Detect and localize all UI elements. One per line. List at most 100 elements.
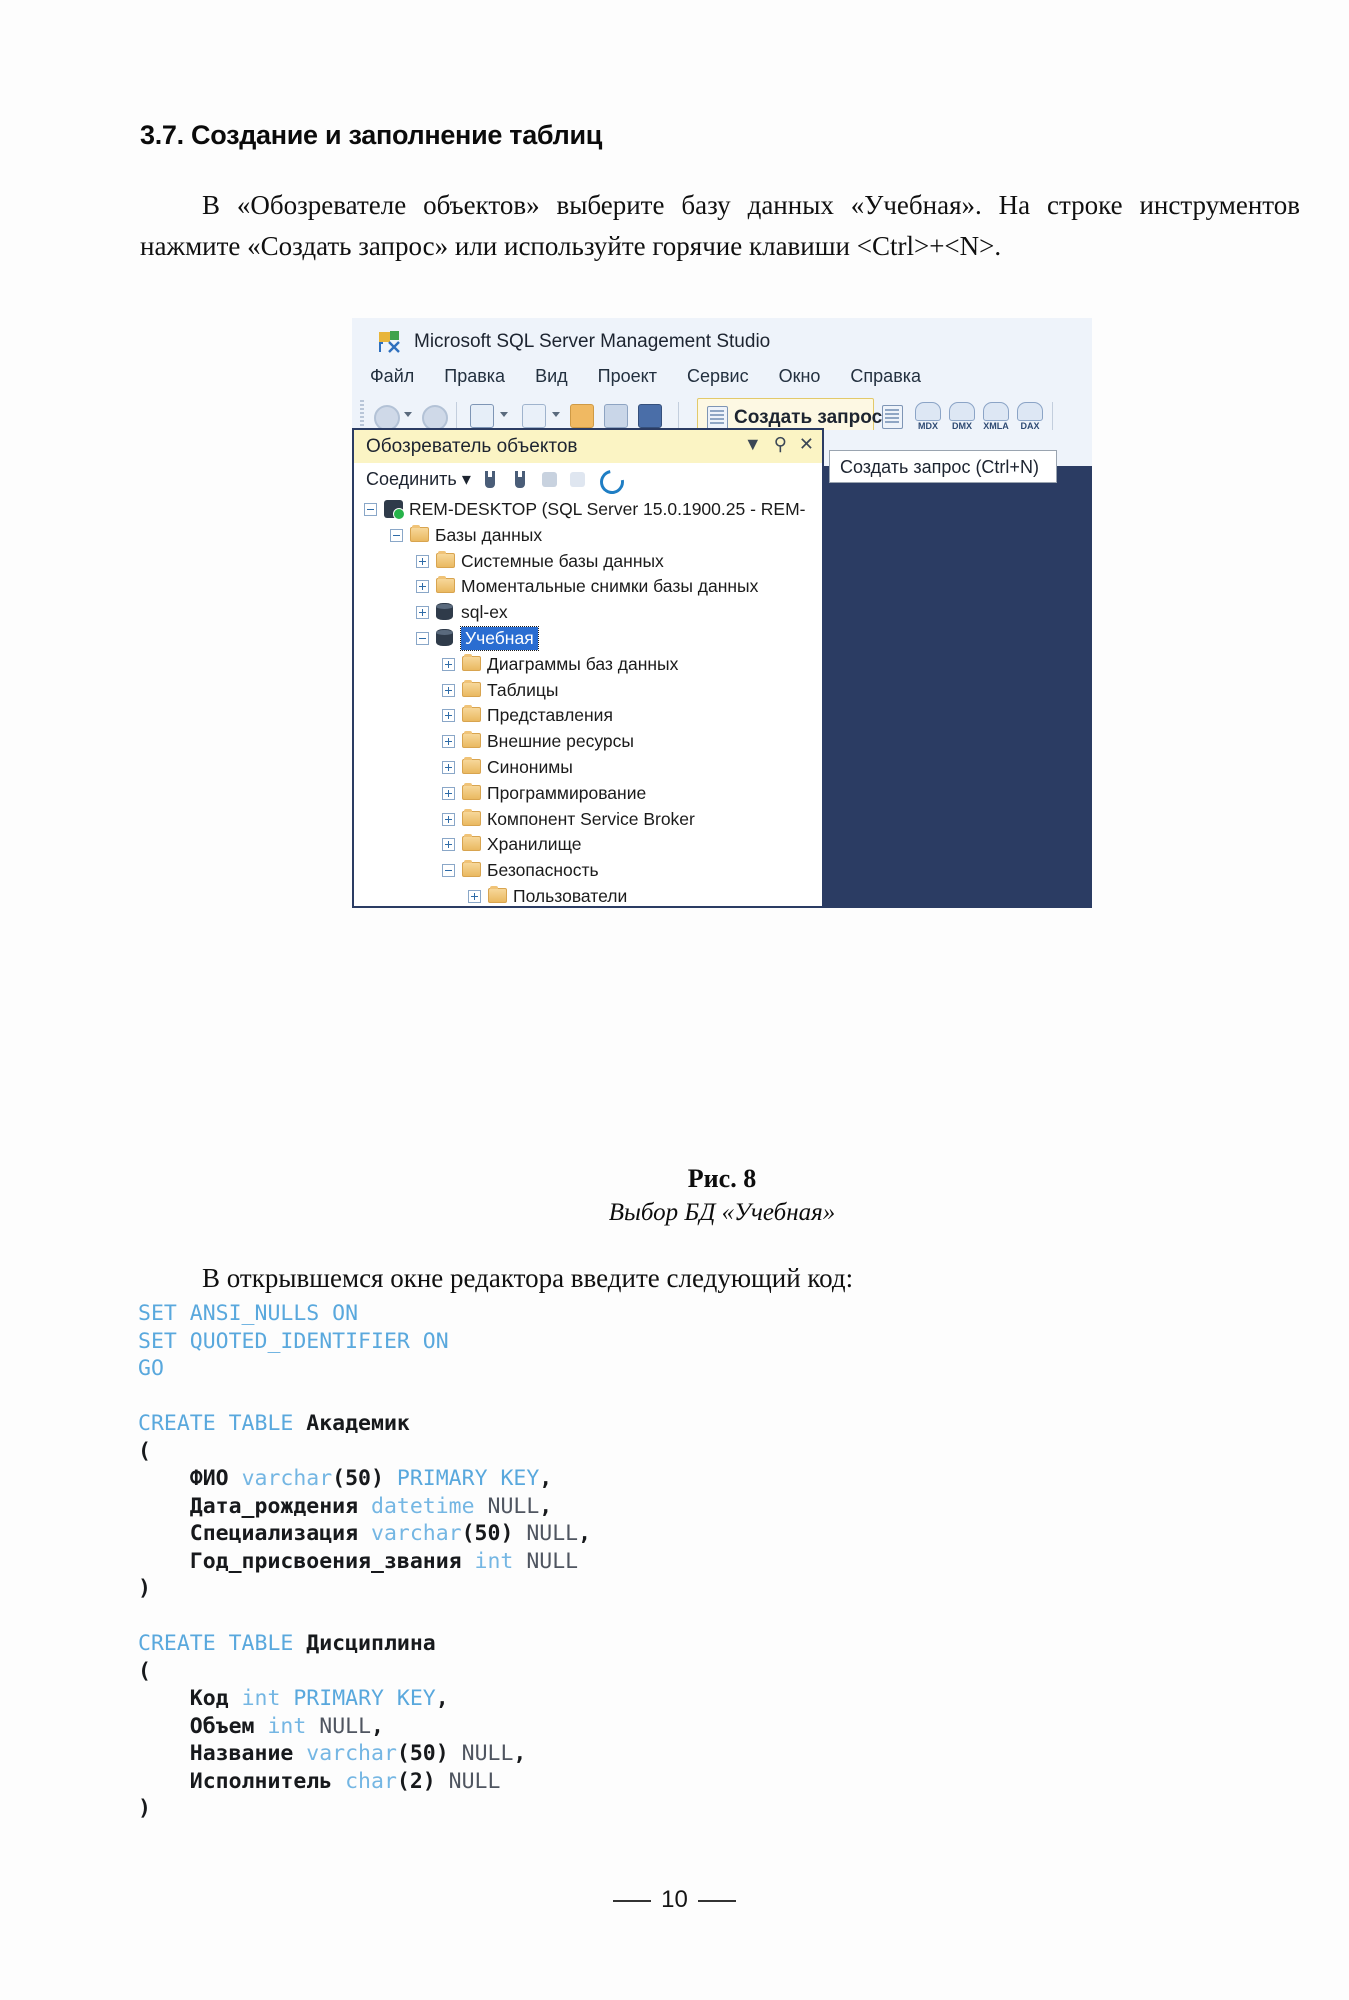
- tree-item[interactable]: Таблицы: [354, 678, 822, 704]
- tree-item[interactable]: Программирование: [354, 781, 822, 807]
- code-token: ,: [513, 1741, 527, 1766]
- tree-item[interactable]: Хранилище: [354, 832, 822, 858]
- collapse-icon[interactable]: [364, 503, 377, 516]
- page-number: 10: [0, 1886, 1349, 1914]
- expand-icon[interactable]: [442, 786, 455, 800]
- menu-item-project[interactable]: Проект: [598, 366, 657, 387]
- new-dmx-query-button[interactable]: DMX: [948, 402, 976, 431]
- expand-icon[interactable]: [442, 838, 455, 852]
- expand-icon[interactable]: [416, 554, 429, 568]
- new-project-dropdown-icon[interactable]: [500, 412, 508, 417]
- menu-item-view[interactable]: Вид: [535, 366, 568, 387]
- object-explorer-panel: Обозреватель объектов ▼ ⚲ ✕ Соединить ▾ RE…: [352, 428, 824, 908]
- stop-icon[interactable]: [542, 472, 557, 487]
- server-icon: [384, 500, 405, 520]
- collapse-icon[interactable]: [442, 864, 455, 878]
- disconnect-icon[interactable]: [512, 471, 528, 489]
- cut-icon[interactable]: [1064, 404, 1086, 426]
- code-line: Дата_рождения datetime NULL,: [138, 1493, 1258, 1521]
- menu-item-window[interactable]: Окно: [779, 366, 821, 387]
- menu-item-help[interactable]: Справка: [850, 366, 921, 387]
- menu-item-file[interactable]: Файл: [370, 366, 414, 387]
- code-token: NULL: [461, 1741, 514, 1766]
- expand-icon[interactable]: [468, 889, 481, 903]
- tree-item[interactable]: Учебная: [354, 625, 822, 652]
- code-token: Название: [138, 1741, 307, 1766]
- object-explorer-tree[interactable]: REM-DESKTOP (SQL Server 15.0.1900.25 - R…: [354, 497, 822, 906]
- new-xmla-query-button[interactable]: XMLA: [982, 402, 1010, 431]
- code-token: varchar: [371, 1521, 462, 1546]
- tree-item[interactable]: REM-DESKTOP (SQL Server 15.0.1900.25 - R…: [354, 497, 822, 523]
- menu-item-tools[interactable]: Сервис: [687, 366, 749, 387]
- code-token: Академик: [306, 1411, 410, 1436]
- back-dropdown-icon[interactable]: [404, 412, 412, 417]
- tree-item[interactable]: Компонент Service Broker: [354, 807, 822, 833]
- code-token: (50): [461, 1521, 527, 1546]
- code-token: ): [138, 1796, 151, 1821]
- code-token: (50): [332, 1466, 397, 1491]
- new-query-tooltip: Создать запрос (Ctrl+N): [829, 450, 1057, 483]
- tree-item[interactable]: Представления: [354, 703, 822, 729]
- code-token: int: [474, 1548, 514, 1574]
- activity-monitor-icon[interactable]: [632, 472, 649, 487]
- expand-icon[interactable]: [442, 760, 455, 774]
- open-dropdown-icon[interactable]: [552, 412, 560, 417]
- tree-item-label: Диаграммы баз данных: [487, 653, 679, 674]
- tree-item[interactable]: Пользователи: [354, 884, 822, 906]
- connect-object-explorer-icon[interactable]: [482, 471, 498, 489]
- collapse-icon[interactable]: [390, 528, 403, 542]
- collapse-icon[interactable]: [416, 631, 429, 645]
- tree-item[interactable]: Синонимы: [354, 755, 822, 781]
- tree-item-label: Компонент Service Broker: [487, 808, 695, 829]
- code-token: ,: [539, 1466, 553, 1491]
- expand-icon[interactable]: [442, 735, 455, 749]
- new-project-icon[interactable]: [470, 404, 494, 428]
- tree-item[interactable]: Системные базы данных: [354, 549, 822, 575]
- menu-item-edit[interactable]: Правка: [444, 366, 505, 387]
- expand-icon[interactable]: [442, 709, 455, 723]
- toolbar-grip[interactable]: [360, 400, 364, 430]
- code-line: Год_присвоения_звания int NULL: [138, 1548, 1258, 1576]
- expand-icon[interactable]: [442, 683, 455, 697]
- object-explorer-toolbar[interactable]: Соединить ▾: [354, 463, 822, 499]
- code-line: ): [138, 1795, 1258, 1823]
- tree-item[interactable]: sql-ex: [354, 600, 822, 626]
- code-token: int: [267, 1713, 307, 1739]
- new-query-secondary-icon[interactable]: [882, 405, 903, 429]
- close-icon[interactable]: ✕: [799, 434, 814, 454]
- tree-item[interactable]: Безопасность: [354, 858, 822, 884]
- folder-icon: [462, 834, 481, 852]
- save-all-icon[interactable]: [638, 404, 662, 428]
- pin-icon[interactable]: ⚲: [774, 434, 787, 454]
- code-token: SET ANSI_NULLS ON: [138, 1301, 359, 1326]
- filter-icon[interactable]: [570, 472, 585, 487]
- expand-icon[interactable]: [416, 606, 429, 620]
- new-mdx-query-button[interactable]: MDX: [914, 402, 942, 431]
- tree-item[interactable]: Диаграммы баз данных: [354, 652, 822, 678]
- tree-item[interactable]: Моментальные снимки базы данных: [354, 574, 822, 600]
- open-folder-icon[interactable]: [570, 404, 594, 428]
- refresh-icon[interactable]: [595, 465, 629, 499]
- new-dax-query-button[interactable]: DAX: [1016, 402, 1044, 431]
- expand-icon[interactable]: [442, 657, 455, 671]
- code-token: PRIMARY KEY: [293, 1686, 436, 1711]
- connect-button[interactable]: Соединить ▾: [366, 469, 471, 490]
- folder-icon: [462, 860, 481, 878]
- folder-icon: [410, 524, 429, 542]
- folder-icon: [462, 782, 481, 800]
- open-file-icon[interactable]: [522, 404, 546, 428]
- tree-item-label: Представления: [487, 705, 613, 726]
- object-explorer-header-buttons[interactable]: ▼ ⚲ ✕: [732, 434, 814, 455]
- tree-item[interactable]: Внешние ресурсы: [354, 729, 822, 755]
- code-line: (: [138, 1658, 1258, 1686]
- save-icon[interactable]: [604, 404, 628, 428]
- chevron-down-icon[interactable]: ▼: [744, 434, 762, 454]
- tree-item[interactable]: Базы данных: [354, 523, 822, 549]
- expand-icon[interactable]: [416, 580, 429, 594]
- document-page: 3.7. Создание и заполнение таблиц В «Обо…: [0, 0, 1349, 2000]
- expand-icon[interactable]: [442, 812, 455, 826]
- menu-bar[interactable]: Файл Правка Вид Проект Сервис Окно Справка: [370, 366, 951, 387]
